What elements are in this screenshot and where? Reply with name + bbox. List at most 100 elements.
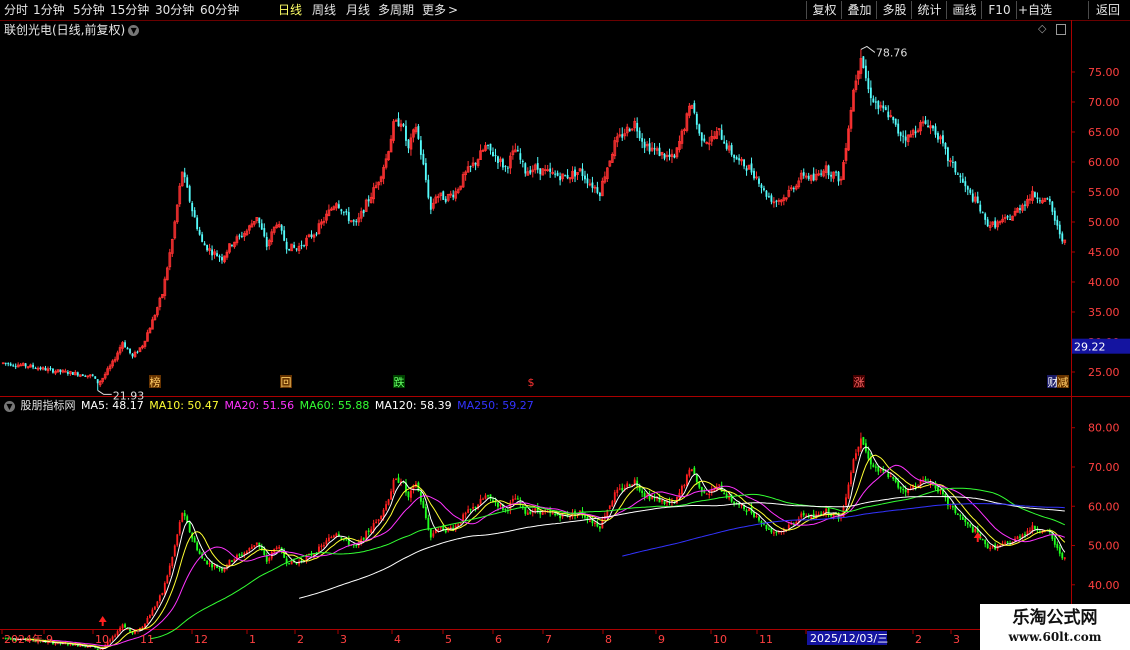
main-candle-body	[882, 105, 885, 109]
f10-button[interactable]: F10	[981, 1, 1017, 19]
main-candle-body	[849, 109, 853, 129]
period-tab-15min[interactable]: 15分钟	[110, 2, 149, 18]
period-tab-1min[interactable]: 1分钟	[33, 2, 65, 18]
ma5-label: MA5: 48.17	[81, 399, 144, 412]
kline-chart[interactable]: 75.00 70.00 65.00 60.00 55.00 50.00 45.00 40.00…	[0, 0, 1130, 650]
period-tab-multi[interactable]: 多周期	[378, 2, 414, 18]
indicator-candle-body	[226, 565, 228, 569]
period-tab-monthly[interactable]: 月线	[346, 2, 370, 18]
back-button[interactable]: 返回	[1088, 1, 1127, 19]
main-candle-body	[820, 173, 823, 175]
main-candle-body	[12, 365, 15, 367]
main-candle-body	[571, 170, 574, 179]
main-candle-body	[221, 257, 223, 261]
indicator-candle-body	[874, 466, 877, 468]
indicator-candle-body	[1033, 525, 1036, 530]
indicator-candle-body	[1041, 531, 1044, 533]
main-candle-body	[484, 145, 487, 151]
main-candle-body	[606, 167, 609, 180]
indicator-candle-body	[688, 469, 691, 476]
main-candle-body	[88, 374, 92, 377]
main-candle-body	[312, 234, 316, 238]
main-candle-body	[108, 365, 112, 370]
main-candle-body	[405, 125, 407, 141]
indicator-candle-body	[437, 528, 440, 531]
main-candle-body	[830, 174, 833, 177]
draw-line-button[interactable]: 画线	[946, 1, 982, 19]
main-candle-body	[566, 174, 569, 179]
overlay-button[interactable]: 叠加	[841, 1, 877, 19]
indicator-candle-body	[944, 493, 947, 498]
chevron-down-icon[interactable]: ▼	[4, 400, 15, 412]
indicator-candle-body	[797, 518, 800, 523]
main-candle-body	[889, 115, 893, 118]
period-tab-5min[interactable]: 5分钟	[73, 2, 105, 18]
maximize-icon[interactable]	[1055, 23, 1066, 35]
indicator-candle-body	[708, 493, 711, 496]
main-candle-body	[233, 241, 236, 248]
indicator-candle-body	[375, 521, 378, 524]
main-candle-body	[161, 294, 164, 298]
chevron-right-icon: >	[448, 3, 459, 17]
indicator-candle-body	[106, 641, 109, 646]
main-candle-body	[78, 374, 82, 377]
indicator-candle-body	[387, 499, 390, 505]
indicator-candle-body	[1019, 536, 1021, 538]
indicator-candle-body	[337, 533, 340, 537]
period-tab-60min[interactable]: 60分钟	[200, 2, 239, 18]
main-candle-body	[46, 368, 50, 372]
current-price-label: 29.22	[1074, 341, 1106, 354]
indicator-candle-body	[273, 548, 276, 553]
main-candle-body	[932, 125, 934, 129]
indicator-candle-body	[942, 488, 944, 495]
main-candle-body	[330, 208, 333, 211]
indicator-candle-body	[919, 480, 922, 486]
main-candle-body	[531, 169, 535, 173]
period-tab-more[interactable]: 更多 >	[422, 2, 458, 18]
period-tab-intraday[interactable]: 分时	[4, 2, 28, 18]
main-candle-body	[710, 135, 714, 142]
indicator-candle-body	[969, 524, 972, 527]
indicator-candle-body	[628, 484, 631, 487]
main-candle-body	[243, 233, 246, 237]
period-tab-30min[interactable]: 30分钟	[155, 2, 194, 18]
indicator-candle-body	[984, 540, 987, 545]
marker-label: 跌	[394, 375, 405, 389]
main-candle-body	[643, 141, 646, 148]
indicator-candle-body	[859, 438, 862, 449]
chevron-down-icon[interactable]: ▼	[128, 25, 140, 36]
indicator-candle-body	[514, 498, 517, 500]
main-candle-body	[909, 134, 912, 138]
indicator-candle-body	[956, 513, 959, 516]
main-candle-body	[593, 186, 597, 189]
main-candle-body	[603, 176, 607, 183]
main-candle-body	[198, 229, 201, 235]
indicator-candle-body	[623, 487, 626, 490]
indicator-candle-body	[700, 486, 703, 493]
stats-button[interactable]: 统计	[911, 1, 947, 19]
main-candle-body	[349, 220, 353, 223]
main-candle-body	[1043, 197, 1047, 202]
main-candle-body	[511, 150, 515, 156]
stock-title[interactable]: 联创光电(日线,前复权) ▼	[4, 22, 140, 38]
main-candle-body	[1053, 210, 1056, 221]
main-candle-body	[39, 367, 42, 370]
indicator-name[interactable]: 股朋指标网	[21, 399, 76, 412]
period-tab-weekly[interactable]: 周线	[312, 2, 336, 18]
watermark-logo: 乐淘公式网 www.60lt.com	[980, 604, 1130, 650]
indicator-candle-body	[243, 553, 246, 555]
indicator-candle-body	[636, 480, 639, 487]
ma250-line	[622, 503, 1065, 557]
ma10-label: MA10: 50.47	[149, 399, 219, 412]
indicator-candle-body	[439, 526, 442, 529]
indicator-candle-body	[116, 631, 119, 636]
main-candle-body	[588, 183, 592, 186]
indicator-candle-body	[837, 512, 840, 519]
period-tab-daily[interactable]: 日线	[278, 2, 302, 18]
main-candle-body	[727, 145, 731, 151]
adjust-button[interactable]: 复权	[806, 1, 842, 19]
main-candle-body	[471, 162, 475, 167]
diamond-icon[interactable]: ◇	[1038, 22, 1046, 35]
add-watchlist-button[interactable]: +自选	[1016, 1, 1053, 19]
multi-stock-button[interactable]: 多股	[876, 1, 912, 19]
